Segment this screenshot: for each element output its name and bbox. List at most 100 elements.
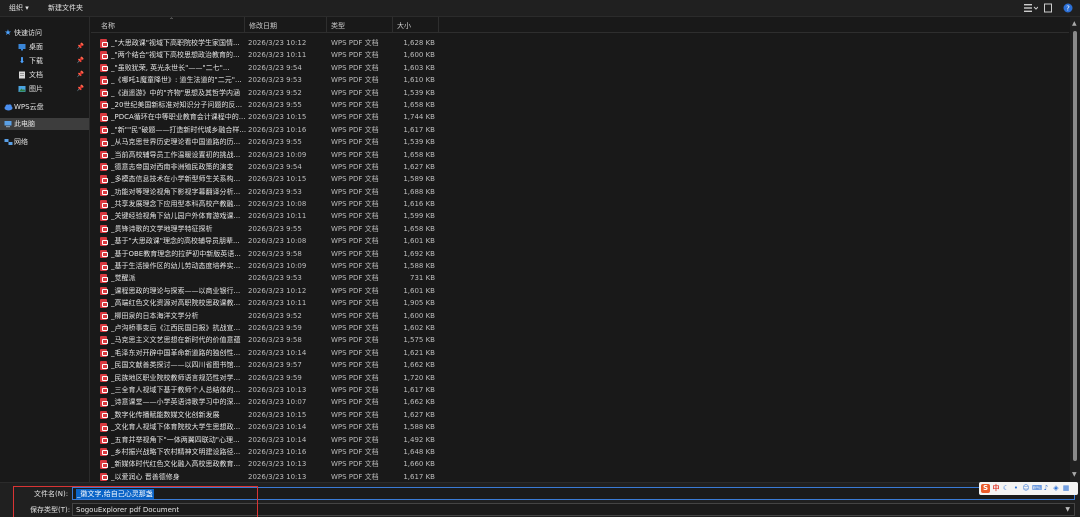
file-row[interactable]: _基于OBE教育理念的拉萨初中新版英语... 2026/3/23 9:58 WPS … [91, 248, 1069, 260]
file-row[interactable]: _PDCA循环在中等职业教育会计课程中的... 2026/3/23 10:15 WP… [91, 111, 1069, 123]
file-row[interactable]: _毛泽东对开辟中国革命新道路的独创性... 2026/3/23 10:14 WPS … [91, 347, 1069, 359]
file-row[interactable]: _贯锋诗歌的文学地理学特征探析 2026/3/23 9:55 WPS PDF 文档 1… [91, 223, 1069, 235]
file-row[interactable]: _觉醒派 2026/3/23 9:53 WPS PDF 文档 731 KB [91, 272, 1069, 284]
skin-icon[interactable]: ◈ [1052, 484, 1060, 493]
ime-language-toggle[interactable]: 中 [992, 484, 1000, 493]
nav-item-network[interactable]: 网络 [0, 136, 89, 148]
file-size: 1,905 KB [403, 299, 435, 308]
column-header-row: 名称 ⌃ 修改日期 类型 大小 [91, 17, 1069, 33]
file-type: WPS PDF 文档 [331, 150, 379, 159]
file-row[interactable]: _柳田泉的日本海洋文学分析 2026/3/23 9:52 WPS PDF 文档 1,6… [91, 310, 1069, 322]
file-size: 1,588 KB [403, 423, 435, 432]
pdf-file-icon [100, 212, 108, 221]
file-type: WPS PDF 文档 [331, 299, 379, 308]
file-date: 2026/3/23 10:15 [248, 175, 307, 184]
filetype-select[interactable]: SogouExplorer pdf Document ▼ [72, 503, 1075, 516]
file-size: 731 KB [410, 274, 435, 283]
organize-button[interactable]: 组织 ▾ [9, 3, 29, 14]
column-divider[interactable] [244, 17, 245, 33]
file-row[interactable]: _基于生活操作区的幼儿劳动态度培养实... 2026/3/23 10:09 WPS … [91, 260, 1069, 272]
file-row[interactable]: _三全育人视域下基于教师个人总结体的... 2026/3/23 10:13 WPS … [91, 384, 1069, 396]
pdf-file-icon [100, 262, 108, 271]
file-row[interactable]: _新媒体时代红色文化融入高校思政教育... 2026/3/23 10:13 WPS … [91, 458, 1069, 470]
file-name: _数字化传播赋能数媒文化创新发展 [111, 410, 220, 419]
vertical-scrollbar[interactable]: ▲ ▼ [1070, 17, 1080, 482]
file-row[interactable]: _20世纪美国新标准对知识分子问题的反... 2026/3/23 9:55 WPS … [91, 99, 1069, 111]
file-date: 2026/3/23 10:15 [248, 113, 307, 122]
grid-icon[interactable]: ▦ [1062, 484, 1070, 493]
chevron-down-icon[interactable]: ▼ [1065, 505, 1070, 515]
nav-item-downloads[interactable]: ⬇ 下载 📌 [0, 55, 89, 67]
file-row[interactable]: _卢沟桥事变后《江西民国日报》抗战宣... 2026/3/23 9:59 WPS P… [91, 322, 1069, 334]
file-row[interactable]: _关键经验视角下幼儿园户外体育游戏课... 2026/3/23 10:11 WPS … [91, 210, 1069, 222]
file-name: _"大思政课"视域下高职院校学生家国情... [111, 39, 240, 47]
nav-item-pictures[interactable]: 图片 📌 [0, 83, 89, 95]
file-name: _"虽败犹荣, 英光永世长"——"二七"... [111, 63, 230, 72]
scroll-thumb[interactable] [1073, 31, 1077, 461]
pdf-file-icon [100, 274, 108, 283]
file-row[interactable]: _"两个结合"视域下高校思想政治教育的... 2026/3/23 10:11 WPS… [91, 49, 1069, 61]
moon-icon[interactable]: ☾ [1002, 484, 1010, 493]
file-type: WPS PDF 文档 [331, 39, 379, 47]
file-row[interactable]: _"新""民"破题——打造新时代城乡融合样... 2026/3/23 10:16 W… [91, 124, 1069, 136]
view-options-icon[interactable] [1024, 3, 1039, 14]
file-row[interactable]: _德意志帝国对西南非洲殖民政策的演变 2026/3/23 9:54 WPS PDF … [91, 161, 1069, 173]
column-header-name[interactable]: 名称 [101, 21, 115, 31]
file-row[interactable]: _民族地区职业院校教师语言规范性对学... 2026/3/23 9:59 WPS P… [91, 372, 1069, 384]
nav-item-documents[interactable]: 文档 📌 [0, 69, 89, 81]
file-row[interactable]: _从马克思世界历史理论看中国道路的历... 2026/3/23 9:55 WPS P… [91, 136, 1069, 148]
file-row[interactable]: _诗意课堂——小学英语诗歌学习中的深... 2026/3/23 10:07 WPS … [91, 396, 1069, 408]
punctuation-icon[interactable]: • [1012, 484, 1020, 493]
filename-input[interactable]: _徽文字,给自己心灵那盏 [72, 487, 1075, 500]
emoji-icon[interactable]: ☺ [1022, 484, 1030, 493]
nav-item-this-pc[interactable]: 此电脑 [0, 118, 89, 130]
nav-item-quick-access[interactable]: ★ 快速访问 [0, 27, 89, 39]
file-type: WPS PDF 文档 [331, 224, 379, 233]
scroll-down-icon[interactable]: ▼ [1072, 471, 1077, 478]
file-row[interactable]: _五育并举视角下"一体两翼四联动"心理... 2026/3/23 10:14 WPS… [91, 434, 1069, 446]
file-size: 1,600 KB [403, 311, 435, 320]
pin-icon[interactable]: 📌 [77, 55, 84, 67]
help-icon[interactable]: ? [1063, 3, 1073, 14]
file-row[interactable]: _《逍遥游》中的"齐物"思想及其哲学内涵 2026/3/23 9:52 WPS PD… [91, 87, 1069, 99]
file-row[interactable]: _文化育人视域下体育院校大学生思想政... 2026/3/23 10:14 WPS … [91, 421, 1069, 433]
column-header-type[interactable]: 类型 [331, 21, 345, 31]
file-row[interactable]: _马克思主义文艺思想在新时代的价值意蕴 2026/3/23 9:58 WPS PDF… [91, 334, 1069, 346]
column-divider[interactable] [392, 17, 393, 33]
file-row[interactable]: _多模态信息技术在小学新型师生关系构... 2026/3/23 10:15 WPS … [91, 173, 1069, 185]
file-row[interactable]: _共享发展理念下应用型本科高校产教融... 2026/3/23 10:08 WPS … [91, 198, 1069, 210]
file-name: _卢沟桥事变后《江西民国日报》抗战宣... [111, 323, 241, 332]
file-row[interactable]: _"虽败犹荣, 英光永世长"——"二七"... 2026/3/23 9:54 WPS… [91, 62, 1069, 74]
file-row[interactable]: _课程思政的理论与探索——以商业银行... 2026/3/23 10:12 WPS … [91, 285, 1069, 297]
pin-icon[interactable]: 📌 [77, 83, 84, 95]
file-row[interactable]: _当前高校辅导员工作温暖设置初的挑战... 2026/3/23 10:09 WPS … [91, 149, 1069, 161]
file-row[interactable]: _《哪吒1魔童降世》: 道生法道的"二元"... 2026/3/23 9:53 WP… [91, 74, 1069, 86]
file-size: 1,662 KB [403, 398, 435, 407]
pdf-file-icon [100, 39, 108, 48]
file-row[interactable]: _民国文献善类探讨——以四川省图书馆... 2026/3/23 9:57 WPS P… [91, 359, 1069, 371]
file-type: WPS PDF 文档 [331, 262, 379, 271]
scroll-up-icon[interactable]: ▲ [1072, 20, 1077, 27]
file-row[interactable]: _数字化传播赋能数媒文化创新发展 2026/3/23 10:15 WPS PDF 文… [91, 409, 1069, 421]
column-divider[interactable] [326, 17, 327, 33]
file-date: 2026/3/23 9:55 [248, 138, 302, 147]
pin-icon[interactable]: 📌 [77, 41, 84, 53]
nav-item-wps-cloud[interactable]: WPS云盘 [0, 101, 89, 113]
voice-icon[interactable]: ♪ [1042, 484, 1050, 493]
file-row[interactable]: _功能对等理论视角下影视字幕翻译分析... 2026/3/23 9:53 WPS P… [91, 186, 1069, 198]
file-row[interactable]: _高端红色文化资源对高职院校思政课教... 2026/3/23 10:11 WPS … [91, 297, 1069, 309]
new-folder-button[interactable]: 新建文件夹 [48, 3, 83, 14]
file-name: _基于OBE教育理念的拉萨初中新版英语... [111, 249, 241, 258]
column-divider[interactable] [438, 17, 439, 33]
sogou-logo-icon[interactable]: S [981, 484, 990, 493]
file-row[interactable]: _乡村振兴战略下农村精神文明建设路径... 2026/3/23 10:16 WPS … [91, 446, 1069, 458]
column-header-date[interactable]: 修改日期 [249, 21, 277, 31]
column-header-size[interactable]: 大小 [397, 21, 411, 31]
keyboard-icon[interactable]: ⌨ [1032, 484, 1042, 493]
pin-icon[interactable]: 📌 [77, 69, 84, 81]
file-size: 1,601 KB [403, 286, 435, 295]
file-row[interactable]: _基于"大思政课"理念的高校辅导员朋辈... 2026/3/23 10:08 WPS… [91, 235, 1069, 247]
preview-pane-icon[interactable] [1044, 3, 1052, 14]
file-row[interactable]: _"大思政课"视域下高职院校学生家国情... 2026/3/23 10:12 WPS… [91, 37, 1069, 49]
nav-item-desktop[interactable]: 桌面 📌 [0, 41, 89, 53]
